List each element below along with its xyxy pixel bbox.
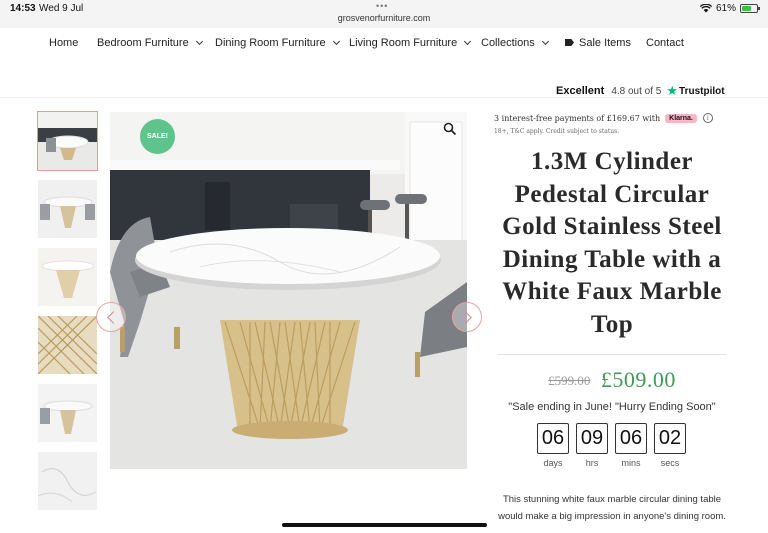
klarna-badge: Klarna.	[665, 113, 697, 123]
thumbnail-image	[38, 316, 97, 374]
gallery-thumbnail[interactable]	[38, 180, 97, 238]
countdown-minutes-value: 06	[615, 423, 647, 454]
countdown-seconds-value: 02	[654, 423, 686, 454]
tag-icon	[565, 39, 574, 46]
product-title: 1.3M Cylinder Pedestal Circular Gold Sta…	[502, 148, 722, 338]
nav-item-label: Contact	[646, 37, 684, 49]
address-bar-url[interactable]: grosvenorfurniture.com	[0, 13, 768, 23]
nav-item-bedroom-furniture[interactable]: Bedroom Furniture	[97, 37, 203, 49]
nav-item-label: Living Room Furniture	[349, 37, 458, 49]
chevron-down-icon	[464, 37, 472, 46]
old-price: £599.00	[548, 373, 591, 388]
thumbnail-image	[38, 112, 97, 170]
nav-item-home[interactable]: Home	[49, 37, 78, 49]
klarna-message: 3 interest-free payments of £169.67 with…	[494, 113, 713, 123]
battery-percent: 61%	[715, 3, 736, 14]
promo-text: "Sale ending in June! "Hurry Ending Soon…	[508, 401, 716, 413]
countdown-hours-value: 09	[576, 423, 608, 454]
multitasking-dots-icon[interactable]: •••	[376, 1, 388, 11]
trustpilot-rating-word: Excellent	[556, 85, 605, 97]
chevron-down-icon	[195, 37, 203, 46]
header-divider	[0, 97, 768, 98]
countdown-days-value: 06	[537, 423, 569, 454]
wifi-icon	[699, 4, 712, 13]
price-block: £599.00 £509.00	[494, 367, 730, 393]
nav-item-label: Sale Items	[579, 37, 631, 49]
trustpilot-logo-text: Trustpilot	[679, 85, 725, 97]
main-navigation: Home Bedroom Furniture Dining Room Furni…	[0, 28, 768, 58]
trustpilot-score: 4.8 out of 5	[611, 85, 662, 97]
thumbnail-image	[38, 384, 97, 442]
product-description: This stunning white faux marble circular…	[498, 494, 726, 522]
nav-item-label: Home	[49, 37, 79, 49]
nav-item-label: Bedroom Furniture	[97, 37, 189, 49]
gallery-next-button[interactable]	[452, 302, 482, 332]
gallery-prev-button[interactable]	[96, 302, 126, 332]
sale-price: £509.00	[600, 367, 676, 392]
klarna-text: 3 interest-free payments of £169.67 with	[494, 113, 661, 123]
battery-level-fill	[742, 6, 751, 11]
thumbnail-image	[38, 180, 97, 238]
battery-icon	[740, 4, 760, 13]
countdown-minutes-label: mins	[621, 458, 641, 468]
countdown-days-label: days	[543, 458, 563, 468]
gallery-thumbnail[interactable]	[38, 384, 97, 442]
gallery-thumbnail[interactable]	[38, 316, 97, 374]
countdown-hours-label: hrs	[585, 458, 599, 468]
zoom-icon[interactable]	[443, 122, 457, 136]
thumbnail-image	[38, 452, 97, 510]
info-icon[interactable]: i	[702, 113, 713, 123]
thumbnail-image	[38, 248, 97, 306]
gallery-thumbnail[interactable]	[37, 111, 98, 171]
nav-item-collections[interactable]: Collections	[481, 37, 549, 49]
status-indicators: 61%	[699, 3, 760, 14]
nav-item-sale-items[interactable]: Sale Items	[565, 37, 631, 49]
status-bar: 14:53 Wed 9 Jul ••• grosvenorfurniture.c…	[0, 0, 768, 28]
countdown-seconds-label: secs	[660, 458, 680, 468]
dining-scene-image	[110, 112, 467, 469]
nav-item-living-room-furniture[interactable]: Living Room Furniture	[349, 37, 472, 49]
nav-item-dining-room-furniture[interactable]: Dining Room Furniture	[215, 37, 340, 49]
nav-item-label: Dining Room Furniture	[215, 37, 326, 49]
gallery-thumbnail[interactable]	[38, 248, 97, 306]
home-indicator[interactable]	[282, 523, 487, 527]
klarna-terms: 18+, T&C apply. Credit subject to status…	[494, 128, 620, 135]
sale-badge: SALE!	[140, 119, 175, 154]
title-divider	[497, 354, 727, 355]
product-main-image[interactable]	[110, 112, 467, 469]
chevron-down-icon	[332, 37, 340, 46]
nav-item-contact[interactable]: Contact	[646, 37, 684, 49]
gallery-thumbnail[interactable]	[38, 452, 97, 510]
nav-item-label: Collections	[481, 37, 535, 49]
chevron-down-icon	[541, 37, 549, 46]
